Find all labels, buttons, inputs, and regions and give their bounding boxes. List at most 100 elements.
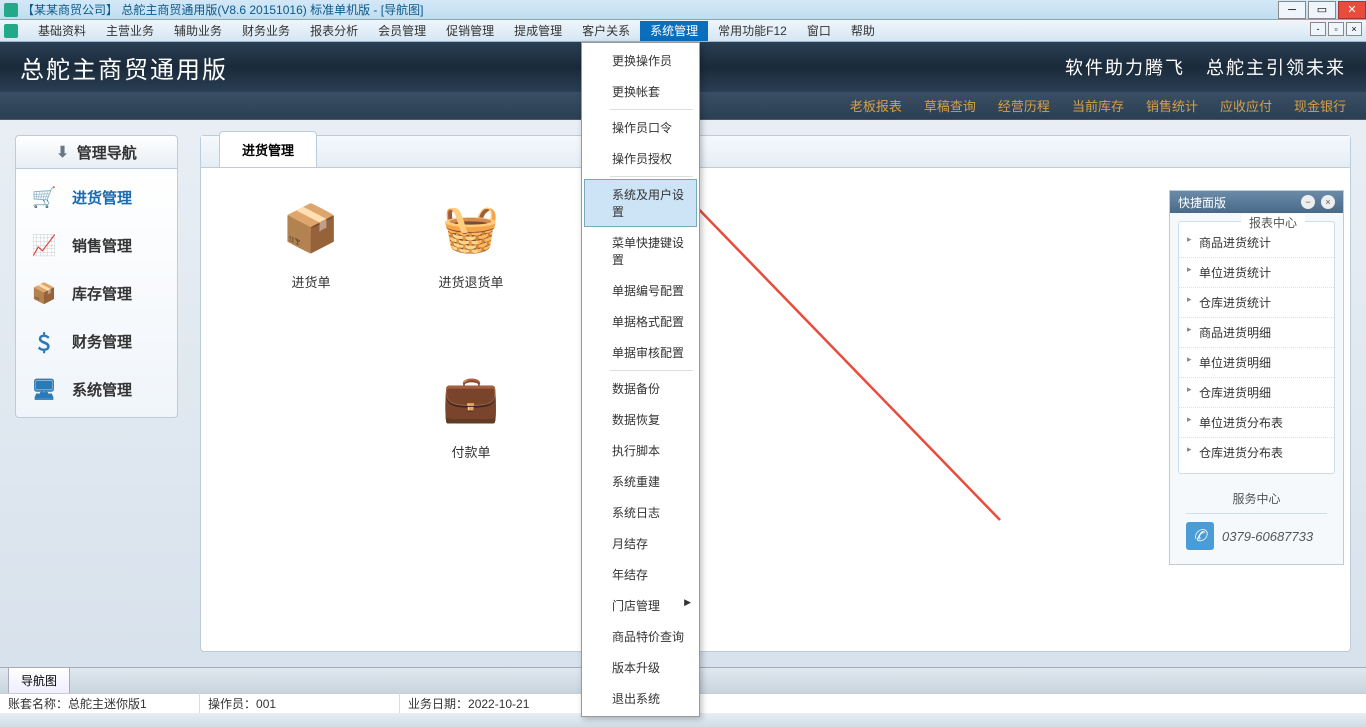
report-item-2[interactable]: 仓库进货统计 (1179, 288, 1334, 318)
maximize-button[interactable]: ▭ (1308, 1, 1336, 19)
sidebar-item-3[interactable]: ＄财务管理 (16, 317, 177, 365)
secnav-link-5[interactable]: 应收应付 (1220, 96, 1272, 115)
menu-3[interactable]: 财务业务 (232, 21, 300, 41)
status-operator: 操作员：001 (200, 693, 400, 714)
window-title: 【某某商贸公司】 总舵主商贸通用版(V8.6 20151016) 标准单机版 -… (22, 1, 1276, 18)
download-icon: ⬇ (56, 143, 69, 161)
tab-purchase[interactable]: 进货管理 (219, 131, 317, 167)
dd-item-18[interactable]: 版本升级 (584, 652, 697, 683)
titlebar: 【某某商贸公司】 总舵主商贸通用版(V8.6 20151016) 标准单机版 -… (0, 0, 1366, 20)
quick-panel-header: 快捷面版 − × (1170, 191, 1343, 213)
phone-icon: ✆ (1186, 522, 1214, 550)
dd-item-11[interactable]: 执行脚本 (584, 435, 697, 466)
service-phone: ✆ 0379-60687733 (1186, 522, 1327, 550)
module-icon-1: 🧺 (441, 198, 501, 258)
report-item-6[interactable]: 单位进货分布表 (1179, 408, 1334, 438)
menu-8[interactable]: 客户关系 (572, 21, 640, 41)
banner-slogan: 软件助力腾飞 总舵主引领未来 (1065, 54, 1346, 80)
dd-item-6[interactable]: 单据编号配置 (584, 275, 697, 306)
minimize-button[interactable]: ─ (1278, 1, 1306, 19)
dd-item-17[interactable]: 商品特价查询 (584, 621, 697, 652)
dd-item-13[interactable]: 系统日志 (584, 497, 697, 528)
sidebar-icon-2: 📦 (30, 281, 58, 305)
window-controls: ─ ▭ ✕ (1276, 1, 1366, 19)
menu-12[interactable]: 帮助 (841, 21, 885, 41)
menu-10[interactable]: 常用功能F12 (708, 21, 797, 41)
secnav-link-0[interactable]: 老板报表 (850, 96, 902, 115)
app-icon-small (4, 24, 18, 38)
menu-7[interactable]: 提成管理 (504, 21, 572, 41)
dd-item-19[interactable]: 退出系统 (584, 683, 697, 714)
report-item-7[interactable]: 仓库进货分布表 (1179, 438, 1334, 467)
module-icon-2: 💼 (441, 368, 501, 428)
dd-item-15[interactable]: 年结存 (584, 559, 697, 590)
status-account: 账套名称：总舵主迷你版1 (0, 693, 200, 714)
qp-body: 报表中心 商品进货统计单位进货统计仓库进货统计商品进货明细单位进货明细仓库进货明… (1170, 213, 1343, 564)
report-item-4[interactable]: 单位进货明细 (1179, 348, 1334, 378)
bottom-tab-nav[interactable]: 导航图 (8, 667, 70, 694)
dd-item-5[interactable]: 菜单快捷键设置 (584, 227, 697, 275)
banner-title: 总舵主商贸通用版 (20, 50, 1065, 85)
report-item-1[interactable]: 单位进货统计 (1179, 258, 1334, 288)
menu-4[interactable]: 报表分析 (300, 21, 368, 41)
menu-divider (610, 370, 693, 371)
dd-item-0[interactable]: 更换操作员 (584, 45, 697, 76)
mdi-close-button[interactable]: × (1346, 22, 1362, 36)
mdi-controls: - ▫ × (1310, 22, 1362, 36)
menubar: 基础资料主营业务辅助业务财务业务报表分析会员管理促销管理提成管理客户关系系统管理… (0, 20, 1366, 42)
report-item-3[interactable]: 商品进货明细 (1179, 318, 1334, 348)
quick-panel: 快捷面版 − × 报表中心 商品进货统计单位进货统计仓库进货统计商品进货明细单位… (1169, 190, 1344, 565)
sidebar-item-0[interactable]: 🛒进货管理 (16, 173, 177, 221)
menu-divider (610, 109, 693, 110)
dd-item-14[interactable]: 月结存 (584, 528, 697, 559)
close-button[interactable]: ✕ (1338, 1, 1366, 19)
sidebar-icon-1: 📈 (30, 233, 58, 257)
sidebar-body: 🛒进货管理📈销售管理📦库存管理＄财务管理🖥系统管理 (15, 169, 178, 418)
qp-close-button[interactable]: × (1321, 195, 1335, 209)
dd-item-1[interactable]: 更换帐套 (584, 76, 697, 107)
menu-9[interactable]: 系统管理 (640, 21, 708, 41)
sidebar-icon-0: 🛒 (30, 185, 58, 209)
secnav-link-4[interactable]: 销售统计 (1146, 96, 1198, 115)
module-icon-0: 📦 (281, 198, 341, 258)
menu-1[interactable]: 主营业务 (96, 21, 164, 41)
sidebar-item-4[interactable]: 🖥系统管理 (16, 365, 177, 413)
dd-item-10[interactable]: 数据恢复 (584, 404, 697, 435)
dd-item-16[interactable]: 门店管理 (584, 590, 697, 621)
secnav-link-1[interactable]: 草稿查询 (924, 96, 976, 115)
mdi-restore-button[interactable]: ▫ (1328, 22, 1344, 36)
dd-item-12[interactable]: 系统重建 (584, 466, 697, 497)
module-0[interactable]: 📦进货单 (231, 198, 391, 368)
menu-divider (610, 176, 693, 177)
report-item-5[interactable]: 仓库进货明细 (1179, 378, 1334, 408)
tab-strip: 进货管理 (201, 136, 1350, 168)
mdi-min-button[interactable]: - (1310, 22, 1326, 36)
menu-5[interactable]: 会员管理 (368, 21, 436, 41)
dd-item-7[interactable]: 单据格式配置 (584, 306, 697, 337)
sidebar-header: ⬇ 管理导航 (15, 135, 178, 169)
secnav-link-6[interactable]: 现金银行 (1294, 96, 1346, 115)
menu-6[interactable]: 促销管理 (436, 21, 504, 41)
menu-11[interactable]: 窗口 (797, 21, 841, 41)
menu-2[interactable]: 辅助业务 (164, 21, 232, 41)
report-center-group: 报表中心 商品进货统计单位进货统计仓库进货统计商品进货明细单位进货明细仓库进货明… (1178, 221, 1335, 474)
dd-item-2[interactable]: 操作员口令 (584, 112, 697, 143)
module-2[interactable]: 💼付款单 (391, 368, 551, 538)
secnav-link-2[interactable]: 经营历程 (998, 96, 1050, 115)
sidebar-item-2[interactable]: 📦库存管理 (16, 269, 177, 317)
dd-item-9[interactable]: 数据备份 (584, 373, 697, 404)
status-date: 业务日期：2022-10-21 (400, 693, 600, 714)
dd-item-4[interactable]: 系统及用户设置 (584, 179, 697, 227)
dd-item-3[interactable]: 操作员授权 (584, 143, 697, 174)
module-1[interactable]: 🧺进货退货单 (391, 198, 551, 368)
report-item-0[interactable]: 商品进货统计 (1179, 228, 1334, 258)
service-center: 服务中心 ✆ 0379-60687733 (1178, 484, 1335, 556)
sidebar-item-1[interactable]: 📈销售管理 (16, 221, 177, 269)
menu-0[interactable]: 基础资料 (28, 21, 96, 41)
app-icon (4, 3, 18, 17)
sidebar-icon-4: 🖥 (30, 377, 58, 401)
dd-item-8[interactable]: 单据审核配置 (584, 337, 697, 368)
sidebar: ⬇ 管理导航 🛒进货管理📈销售管理📦库存管理＄财务管理🖥系统管理 (15, 135, 178, 418)
secnav-link-3[interactable]: 当前库存 (1072, 96, 1124, 115)
qp-minimize-button[interactable]: − (1301, 195, 1315, 209)
